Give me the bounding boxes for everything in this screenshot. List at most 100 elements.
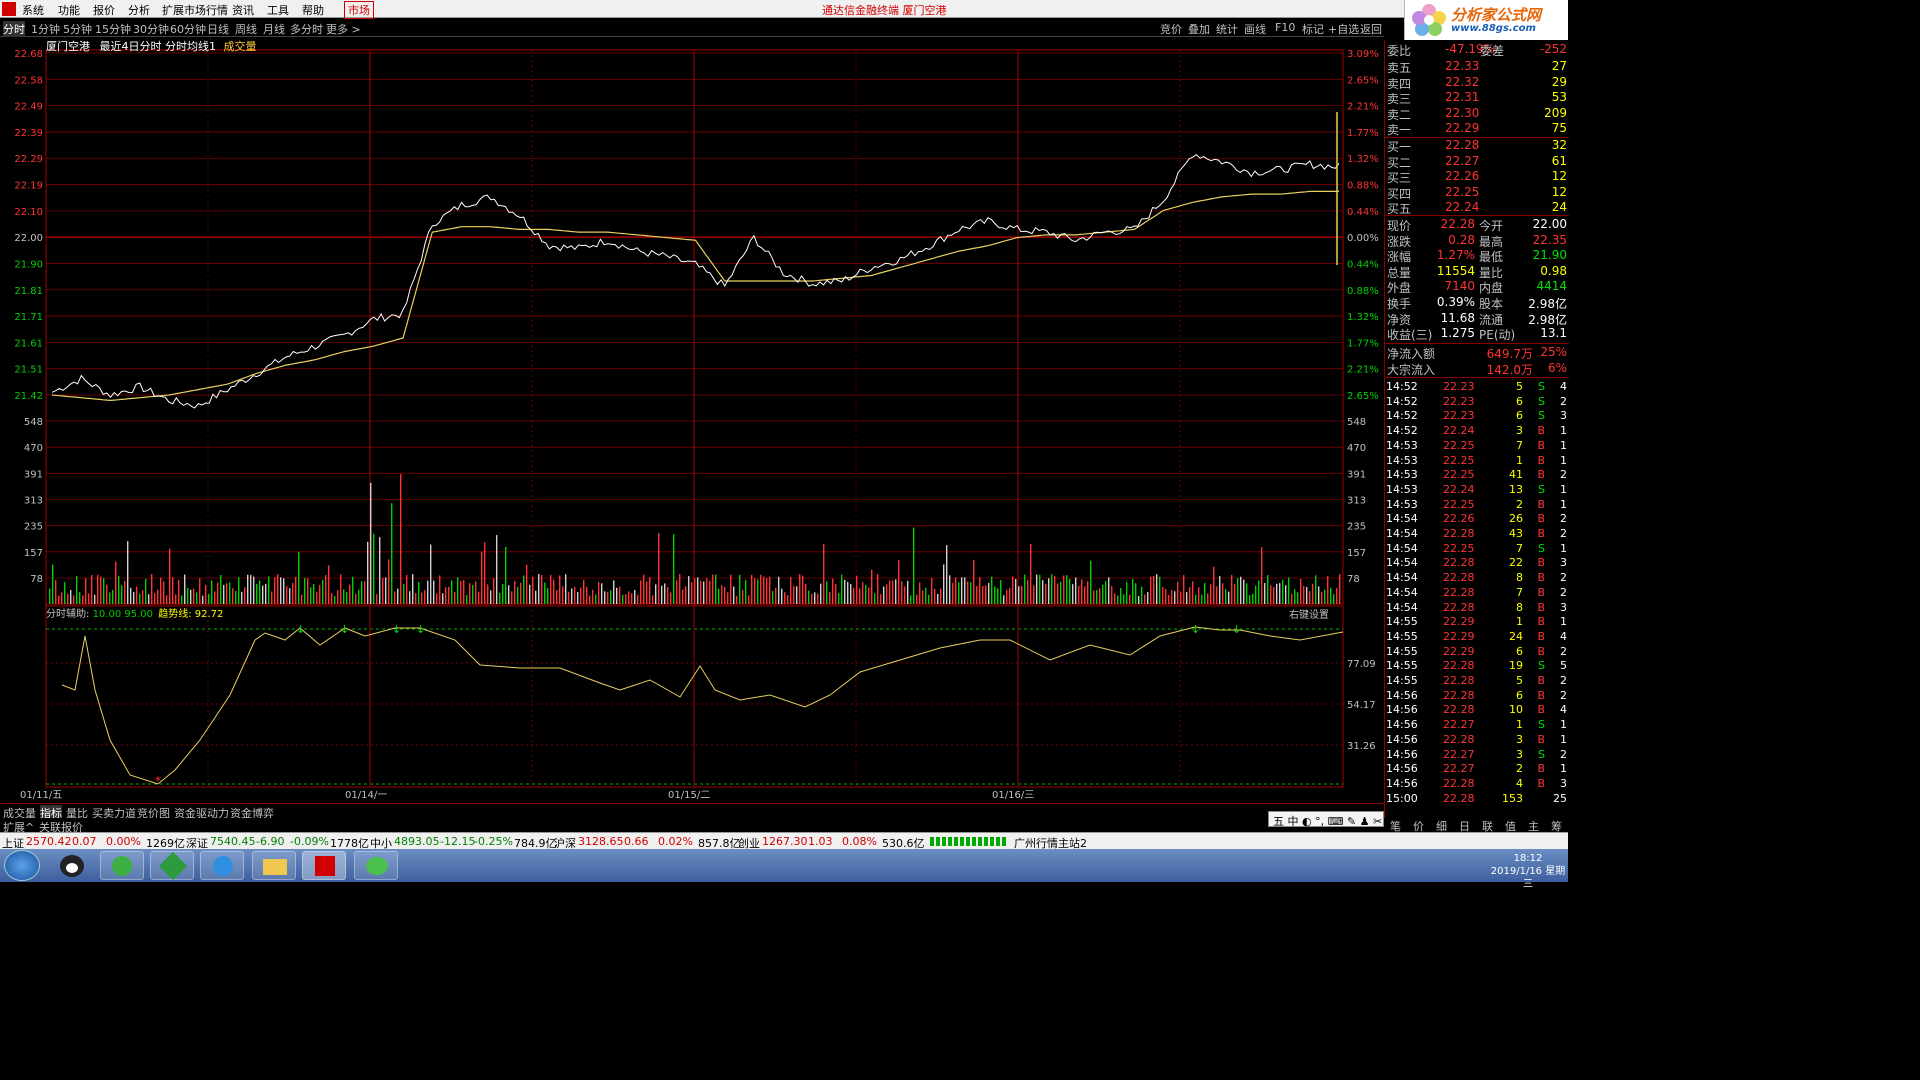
trade-tick-row[interactable]: 14:56 22.28 6 B 2: [1385, 689, 1569, 704]
trade-tick-row[interactable]: 14:55 22.29 6 B 2: [1385, 645, 1569, 660]
bid-row[interactable]: 买二 22.27 61: [1385, 154, 1569, 170]
trade-tick-row[interactable]: 14:56 22.28 4 B 3: [1385, 777, 1569, 792]
trade-tick-row[interactable]: 14:54 22.28 7 B 2: [1385, 586, 1569, 601]
ime-toolbar[interactable]: 五 中 ◐ °, ⌨ ✎ ♟ ✂: [1268, 811, 1384, 828]
app-task-green[interactable]: [150, 851, 194, 881]
ask-row[interactable]: 卖五 22.33 27: [1385, 59, 1569, 75]
bid-row[interactable]: 买五 22.24 24: [1385, 200, 1569, 216]
tab-15min[interactable]: 15分钟: [95, 21, 131, 37]
tick-price: 22.25: [1443, 541, 1475, 555]
flow-row[interactable]: 净流入额 649.7万 25%: [1385, 345, 1569, 361]
trade-tick-row[interactable]: 14:54 22.28 8 B 2: [1385, 571, 1569, 586]
tab-weekly[interactable]: 周线: [235, 21, 257, 37]
volume-bar: [781, 588, 783, 604]
flow-row[interactable]: 大宗流入 142.0万 6%: [1385, 361, 1569, 377]
intraday-chart[interactable]: 22.68 3.09% 22.58 2.65% 22.49 2.21% 22.39 1.77%…: [0, 37, 1384, 803]
btn-stats[interactable]: 统计: [1216, 21, 1238, 37]
volume-bar: [601, 583, 603, 604]
stat-row[interactable]: 现价 22.28 今开 22.00: [1385, 217, 1569, 233]
ask-row[interactable]: 卖四 22.32 29: [1385, 75, 1569, 91]
menu-market[interactable]: 市场: [344, 1, 374, 19]
trade-tick-row[interactable]: 14:55 22.28 19 S 5: [1385, 659, 1569, 674]
browser-task[interactable]: [100, 851, 144, 880]
tab-more[interactable]: 更多 >: [326, 21, 361, 37]
trade-tick-row[interactable]: 14:52 22.24 3 B 1: [1385, 424, 1569, 439]
trade-tick-row[interactable]: 14:53 22.25 7 B 1: [1385, 439, 1569, 454]
tab-intraday[interactable]: 分时: [3, 21, 25, 37]
stat-value: 11.68: [1440, 310, 1475, 325]
trade-tick-row[interactable]: 14:53 22.25 2 B 1: [1385, 498, 1569, 513]
trade-tick-row[interactable]: 14:54 22.28 22 B 3: [1385, 556, 1569, 571]
stat-row[interactable]: 总量 11554 量比 0.98: [1385, 264, 1569, 280]
trade-tick-row[interactable]: 14:53 22.25 41 B 2: [1385, 468, 1569, 483]
stat-row[interactable]: 净资 11.68 流通 2.98亿: [1385, 310, 1569, 327]
start-button[interactable]: [4, 850, 40, 881]
weibi-row[interactable]: 委比 -47.19% 委差 -252: [1385, 42, 1569, 58]
app-task-blue[interactable]: [200, 851, 244, 880]
trade-tick-row[interactable]: 14:56 22.27 3 S 2: [1385, 748, 1569, 763]
bid-row[interactable]: 买一 22.28 32: [1385, 138, 1569, 154]
indicator-settings[interactable]: 右键设置: [1289, 606, 1329, 621]
stat-row[interactable]: 收益(三) 1.275 PE(动) 13.1: [1385, 326, 1569, 342]
trade-tick-row[interactable]: 14:53 22.25 1 B 1: [1385, 454, 1569, 469]
ask-row[interactable]: 卖二 22.30 209: [1385, 106, 1569, 122]
menu-analysis[interactable]: 分析: [128, 2, 150, 18]
bid-row[interactable]: 买三 22.26 12: [1385, 169, 1569, 185]
tab-5min[interactable]: 5分钟: [63, 21, 92, 37]
btn-add-watchlist[interactable]: +自选: [1328, 21, 1359, 37]
trade-tick-row[interactable]: 14:56 22.28 3 B 1: [1385, 733, 1569, 748]
menu-ext-market[interactable]: 扩展市场行情: [162, 2, 228, 18]
explorer-task[interactable]: [252, 851, 296, 880]
tab-daily[interactable]: 日线: [207, 21, 229, 37]
tab-60min[interactable]: 60分钟: [170, 21, 206, 37]
app-icon[interactable]: [2, 2, 16, 16]
trade-tick-row[interactable]: 14:52 22.23 5 S 4: [1385, 380, 1569, 395]
btn-overlay[interactable]: 叠加: [1188, 21, 1210, 37]
pct-tick-label: 0.00%: [1347, 233, 1379, 244]
btn-mark[interactable]: 标记: [1302, 21, 1324, 37]
ask-row[interactable]: 卖三 22.31 53: [1385, 90, 1569, 106]
menu-function[interactable]: 功能: [58, 2, 80, 18]
bid-row[interactable]: 买四 22.25 12: [1385, 185, 1569, 201]
stat-row[interactable]: 换手 0.39% 股本 2.98亿: [1385, 295, 1569, 311]
volume-bar: [778, 576, 780, 604]
tab-1min[interactable]: 1分钟: [31, 21, 60, 37]
trade-tick-row[interactable]: 14:56 22.27 1 S 1: [1385, 718, 1569, 733]
menu-quote[interactable]: 报价: [93, 2, 115, 18]
menu-system[interactable]: 系统: [22, 2, 44, 18]
tab-multi-intraday[interactable]: 多分时: [290, 21, 323, 37]
trade-tick-row[interactable]: 14:56 22.28 10 B 4: [1385, 703, 1569, 718]
system-clock[interactable]: 18:12 2019/1/16 星期三: [1490, 852, 1566, 891]
qq-icon[interactable]: [60, 855, 84, 877]
stat-row[interactable]: 外盘 7140 内盘 4414: [1385, 279, 1569, 295]
trade-tick-row[interactable]: 14:55 22.29 1 B 1: [1385, 615, 1569, 630]
btn-draw[interactable]: 画线: [1244, 21, 1266, 37]
btn-back[interactable]: 返回: [1360, 21, 1382, 37]
tab-30min[interactable]: 30分钟: [133, 21, 169, 37]
menu-help[interactable]: 帮助: [302, 2, 324, 18]
trade-tick-row[interactable]: 14:52 22.23 6 S 2: [1385, 395, 1569, 410]
trade-tick-row[interactable]: 15:00 22.28 153 25: [1385, 792, 1569, 807]
index-pct: 0.02%: [658, 835, 693, 848]
tdx-task[interactable]: [302, 851, 346, 880]
volume-bar: [1069, 579, 1071, 604]
trade-tick-row[interactable]: 14:53 22.24 13 S 1: [1385, 483, 1569, 498]
btn-f10[interactable]: F10: [1275, 21, 1295, 34]
volume-bar: [1201, 594, 1203, 604]
btn-auction[interactable]: 竞价: [1160, 21, 1182, 37]
wechat-task[interactable]: [354, 851, 398, 880]
trade-tick-row[interactable]: 14:55 22.29 24 B 4: [1385, 630, 1569, 645]
trade-tick-row[interactable]: 14:55 22.28 5 B 2: [1385, 674, 1569, 689]
trade-tick-row[interactable]: 14:54 22.25 7 S 1: [1385, 542, 1569, 557]
trade-tick-row[interactable]: 14:54 22.28 8 B 3: [1385, 601, 1569, 616]
trade-tick-row[interactable]: 14:54 22.26 26 B 2: [1385, 512, 1569, 527]
menu-tools[interactable]: 工具: [267, 2, 289, 18]
menu-news[interactable]: 资讯: [232, 2, 254, 18]
stat-row[interactable]: 涨幅 1.27% 最低 21.90: [1385, 248, 1569, 264]
ask-row[interactable]: 卖一 22.29 75: [1385, 121, 1569, 137]
tab-monthly[interactable]: 月线: [263, 21, 285, 37]
trade-tick-row[interactable]: 14:52 22.23 6 S 3: [1385, 409, 1569, 424]
trade-tick-row[interactable]: 14:56 22.27 2 B 1: [1385, 762, 1569, 777]
stat-row[interactable]: 涨跌 0.28 最高 22.35: [1385, 233, 1569, 249]
trade-tick-row[interactable]: 14:54 22.28 43 B 2: [1385, 527, 1569, 542]
